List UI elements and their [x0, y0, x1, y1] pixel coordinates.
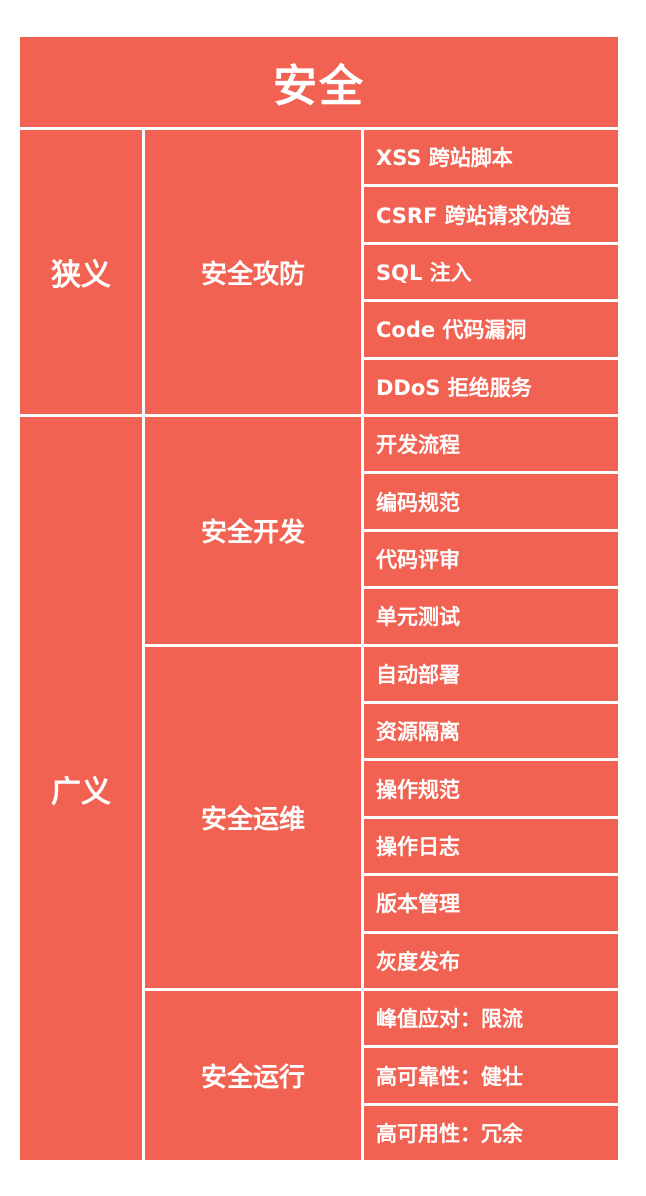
- leaf-item: 开发流程: [364, 417, 618, 472]
- area-label: 安全攻防: [145, 130, 361, 414]
- scope-label: 广义: [20, 417, 142, 1161]
- diagram-title: 安全: [20, 37, 618, 127]
- leaf-item: 代码评审: [364, 531, 618, 587]
- scope-label: 狭义: [20, 130, 142, 414]
- leaf-item: DDoS 拒绝服务: [364, 359, 618, 414]
- leaf-item: 高可靠性：健壮: [364, 1048, 618, 1103]
- area-label: 安全运维: [145, 646, 361, 988]
- leaf-item: 编码规范: [364, 474, 618, 529]
- leaf-item: 峰值应对：限流: [364, 991, 618, 1046]
- leaf-item: 灰度发布: [364, 933, 618, 988]
- leaf-item: 高可用性：冗余: [364, 1105, 618, 1161]
- area-label: 安全运行: [145, 991, 361, 1161]
- leaf-item: XSS 跨站脚本: [364, 130, 618, 185]
- security-diagram: 安全 XSS 跨站脚本 CSRF 跨站请求伪造 SQL 注入 Code 代码漏洞 DDo…: [20, 37, 618, 1164]
- leaf-item: 单元测试: [364, 589, 618, 644]
- leaf-item: CSRF 跨站请求伪造: [364, 187, 618, 242]
- leaf-item: 版本管理: [364, 876, 618, 931]
- leaf-item: SQL 注入: [364, 244, 618, 300]
- area-label: 安全开发: [145, 417, 361, 644]
- leaf-item: Code 代码漏洞: [364, 302, 618, 357]
- leaf-item: 操作日志: [364, 818, 618, 874]
- leaf-item: 资源隔离: [364, 704, 618, 759]
- leaf-item: 操作规范: [364, 761, 618, 816]
- leaf-item: 自动部署: [364, 646, 618, 701]
